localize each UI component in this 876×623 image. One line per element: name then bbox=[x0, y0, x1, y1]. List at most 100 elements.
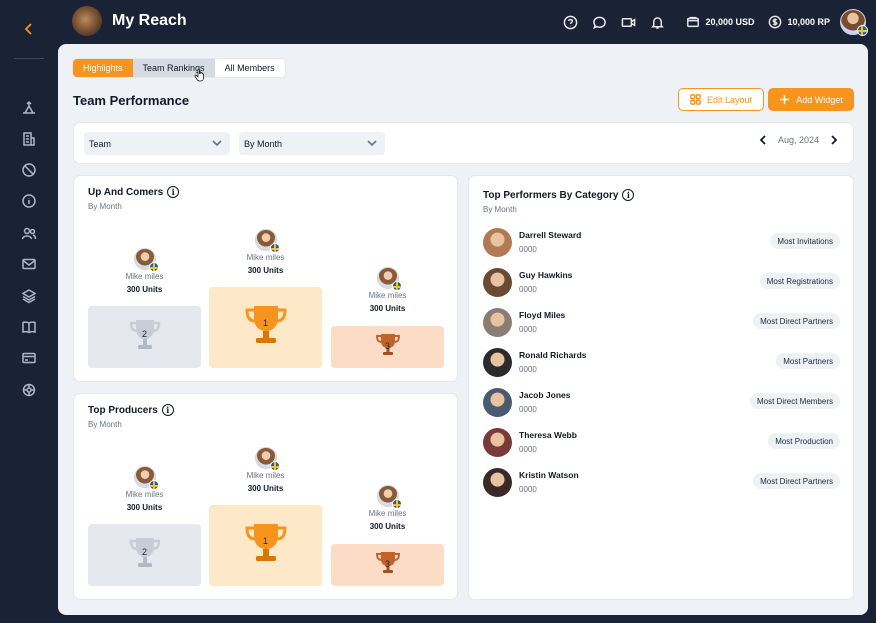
performer-row[interactable]: Kristin Watson 0000 Most Direct Partners bbox=[483, 468, 840, 498]
performer-name: Guy Hawkins bbox=[519, 270, 573, 280]
performer-name: Ronald Richards bbox=[519, 350, 587, 360]
period-select[interactable]: By Month bbox=[239, 132, 385, 155]
bell-icon[interactable] bbox=[643, 8, 672, 36]
avatar bbox=[376, 267, 402, 291]
avatar bbox=[254, 229, 280, 253]
page-title: Team Performance bbox=[73, 93, 190, 108]
avatar bbox=[133, 248, 159, 272]
top-producers-card: Top Producers i By Month Mike miles 300 … bbox=[73, 393, 458, 600]
sweden-flag-icon bbox=[148, 262, 159, 272]
up-and-comers-card: Up And Comers i By Month Mike miles 300 … bbox=[73, 175, 458, 382]
performer-value: 0000 bbox=[519, 245, 537, 254]
info-icon[interactable]: i bbox=[161, 404, 174, 416]
sidebar-broadcast-icon[interactable] bbox=[19, 98, 39, 118]
performer-row[interactable]: Floyd Miles 0000 Most Direct Partners bbox=[483, 308, 840, 338]
category-badge: Most Direct Partners bbox=[753, 473, 840, 489]
period-select-value: By Month bbox=[244, 138, 283, 149]
podium-rank-3: 3 bbox=[331, 326, 444, 368]
member-units: 300 Units bbox=[126, 285, 163, 294]
sidebar-card-icon[interactable] bbox=[19, 348, 39, 368]
user-avatar[interactable] bbox=[840, 9, 868, 36]
rank-2-member: Mike miles 300 Units bbox=[88, 248, 201, 294]
category-badge: Most Partners bbox=[776, 353, 840, 369]
silver-trophy-icon: 2 bbox=[128, 535, 162, 576]
usd-balance[interactable]: 20,000 USD bbox=[686, 15, 754, 29]
card-title: Top Producers i bbox=[88, 404, 174, 416]
card-subtitle: By Month bbox=[483, 205, 517, 214]
sidebar-book-icon[interactable] bbox=[19, 317, 39, 337]
app-title: My Reach bbox=[112, 12, 187, 29]
category-badge: Most Direct Partners bbox=[753, 313, 840, 329]
help-icon[interactable] bbox=[556, 8, 585, 36]
avatar bbox=[483, 388, 512, 417]
back-chevron-icon[interactable] bbox=[18, 18, 40, 40]
performer-name: Jacob Jones bbox=[519, 390, 571, 400]
dollar-coin-icon bbox=[769, 15, 782, 29]
performer-value: 0000 bbox=[519, 285, 537, 294]
wallet-icon bbox=[687, 16, 700, 28]
hand-cursor-icon bbox=[194, 68, 206, 82]
add-widget-button[interactable]: Add Widget bbox=[768, 88, 854, 111]
sidebar-info-icon[interactable] bbox=[19, 191, 39, 211]
sidebar-divider bbox=[14, 58, 44, 59]
performer-name: Kristin Watson bbox=[519, 470, 579, 480]
performer-row[interactable]: Theresa Webb 0000 Most Production bbox=[483, 428, 840, 458]
sweden-flag-icon bbox=[391, 499, 402, 509]
podium-rank-2: 2 bbox=[88, 524, 201, 586]
avatar bbox=[483, 228, 512, 257]
performer-row[interactable]: Jacob Jones 0000 Most Direct Members bbox=[483, 388, 840, 418]
chat-icon[interactable] bbox=[585, 8, 614, 36]
performer-name: Theresa Webb bbox=[519, 430, 577, 440]
performer-row[interactable]: Darrell Steward 0000 Most Invitations bbox=[483, 228, 840, 258]
top-producers-title: Top Producers bbox=[88, 404, 158, 416]
category-badge: Most Registrations bbox=[759, 273, 840, 289]
card-title: Up And Comers i bbox=[88, 186, 180, 198]
sidebar-blocked-icon[interactable] bbox=[19, 160, 39, 180]
edit-layout-button[interactable]: Edit Layout bbox=[678, 88, 764, 111]
chevron-left-icon[interactable] bbox=[758, 135, 768, 145]
rp-balance[interactable]: 10,000 RP bbox=[768, 15, 830, 29]
sidebar-layers-icon[interactable] bbox=[19, 286, 39, 306]
podium-rank-3: 3 bbox=[331, 544, 444, 586]
performer-name: Darrell Steward bbox=[519, 230, 582, 240]
rank-2-member: Mike miles 300 Units bbox=[88, 466, 201, 512]
performer-value: 0000 bbox=[519, 445, 537, 454]
avatar bbox=[483, 348, 512, 377]
member-units: 300 Units bbox=[126, 503, 163, 512]
bronze-trophy-icon: 3 bbox=[375, 332, 401, 363]
rank-number: 2 bbox=[141, 546, 147, 557]
member-units: 300 Units bbox=[247, 484, 284, 493]
performer-value: 0000 bbox=[519, 325, 537, 334]
member-units: 300 Units bbox=[369, 304, 406, 313]
sidebar-users-icon[interactable] bbox=[19, 223, 39, 243]
info-icon[interactable]: i bbox=[622, 189, 635, 201]
tab-highlights[interactable]: Highlights bbox=[73, 59, 133, 77]
view-tabs: Highlights Team Rankings All Members bbox=[72, 58, 286, 78]
performer-row[interactable]: Ronald Richards 0000 Most Partners bbox=[483, 348, 840, 378]
performer-row[interactable]: Guy Hawkins 0000 Most Registrations bbox=[483, 268, 840, 298]
avatar bbox=[254, 447, 280, 471]
category-badge: Most Production bbox=[768, 433, 840, 449]
sweden-flag-icon bbox=[391, 281, 402, 291]
team-select[interactable]: Team bbox=[84, 132, 230, 155]
rank-number: 1 bbox=[262, 535, 268, 546]
chevron-right-icon[interactable] bbox=[829, 135, 839, 145]
sidebar-settings-icon[interactable] bbox=[19, 380, 39, 400]
sidebar-mail-icon[interactable] bbox=[19, 254, 39, 274]
sidebar-building-icon[interactable] bbox=[19, 129, 39, 149]
performer-name: Floyd Miles bbox=[519, 310, 566, 320]
topbar-actions: 20,000 USD 10,000 RP bbox=[556, 8, 868, 36]
avatar bbox=[483, 468, 512, 497]
sidebar bbox=[0, 0, 58, 623]
tab-all-members[interactable]: All Members bbox=[215, 59, 285, 77]
video-icon[interactable] bbox=[614, 8, 643, 36]
gold-trophy-icon: 1 bbox=[244, 303, 288, 352]
chevron-down-icon bbox=[212, 138, 222, 148]
plus-icon bbox=[780, 94, 790, 105]
card-subtitle: By Month bbox=[88, 202, 122, 211]
avatar bbox=[376, 485, 402, 509]
rank-number: 1 bbox=[262, 317, 268, 328]
info-icon[interactable]: i bbox=[167, 186, 180, 198]
member-name: Mike miles bbox=[246, 471, 285, 480]
performer-value: 0000 bbox=[519, 365, 537, 374]
